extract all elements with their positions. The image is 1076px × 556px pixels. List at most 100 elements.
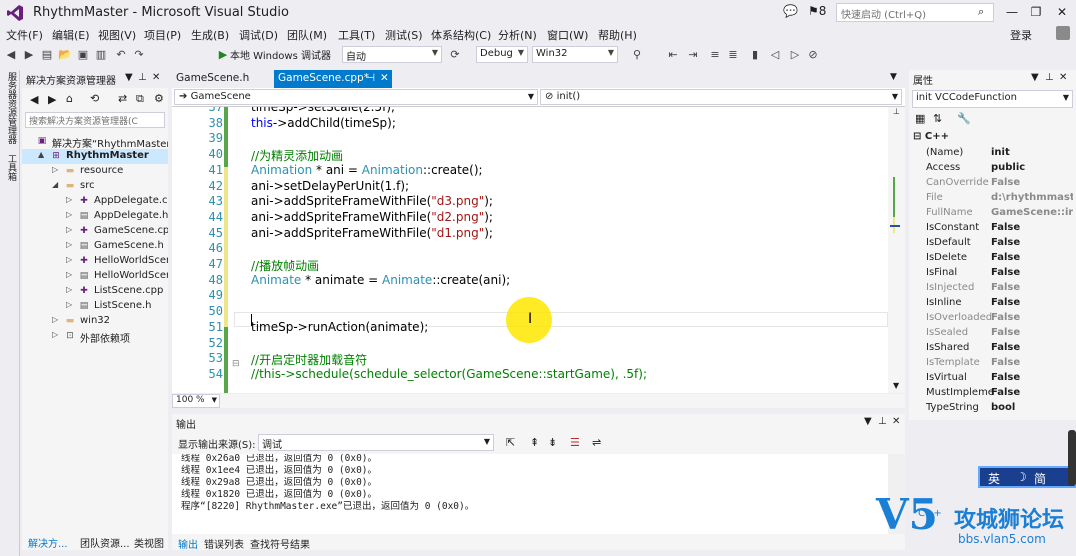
tree-item[interactable]: ▷ ▤ AppDelegate.h [22, 209, 168, 224]
next-bookmark-icon[interactable]: ▷ [788, 48, 802, 62]
expand-arrow-icon[interactable]: ▷ [66, 225, 72, 234]
menu-item[interactable]: 文件(F) [6, 27, 43, 43]
expand-arrow-icon[interactable]: ▷ [52, 330, 58, 339]
debugger-button[interactable]: 本地 Windows 调试器 [230, 47, 331, 62]
menu-item[interactable]: 窗口(W) [547, 27, 588, 43]
settings-icon[interactable]: ⚙ [154, 92, 164, 105]
config-auto-select[interactable]: 自动 ▼ [342, 46, 442, 63]
server-explorer-tab[interactable]: 服务器资源管理器 [5, 72, 18, 144]
tree-item[interactable]: ▷ ▤ ListScene.h [22, 299, 168, 314]
menu-item[interactable]: 工具(T) [338, 27, 375, 43]
code-line[interactable]: //播放帧动画 [251, 257, 319, 274]
property-row[interactable]: IsConstant False [909, 221, 1076, 236]
close-icon[interactable]: ✕ [892, 416, 900, 427]
chevron-down-icon[interactable]: ▼ [864, 416, 872, 427]
menu-item[interactable]: 团队(M) [287, 27, 327, 43]
solution-bottom-tab[interactable]: 解决方... [28, 535, 68, 550]
step-icon[interactable]: ⇤ [666, 48, 680, 62]
back-nav-icon[interactable]: ◀ [4, 48, 18, 62]
output-source-select[interactable]: 调试 ▼ [258, 434, 494, 451]
user-avatar-icon[interactable] [1056, 26, 1070, 40]
menu-item[interactable]: 项目(P) [144, 27, 181, 43]
tree-item[interactable]: ▷ ▤ GameScene.h [22, 239, 168, 254]
open-file-icon[interactable]: 📂 [58, 48, 72, 62]
redo-icon[interactable]: ↷ [132, 48, 146, 62]
forward-nav-icon[interactable]: ▶ [22, 48, 36, 62]
prev-message-icon[interactable]: ⇞ [530, 436, 539, 449]
back-icon[interactable]: ◀ [30, 93, 38, 106]
config-select[interactable]: Debug ▼ [476, 46, 528, 63]
clear-all-icon[interactable]: ☰ [570, 436, 580, 449]
tab-gamescene-h[interactable]: GameScene.h [172, 70, 272, 88]
tree-item[interactable]: ▷ ✚ GameScene.cpp [22, 224, 168, 239]
sync-icon[interactable]: ⟲ [90, 92, 99, 105]
code-line[interactable]: timeSp->setScale(2.5f); [251, 107, 395, 114]
close-icon[interactable]: ✕ [1059, 72, 1067, 83]
tree-item[interactable]: ▷ ▬ win32 [22, 314, 168, 329]
menu-item[interactable]: 视图(V) [98, 27, 136, 43]
property-row[interactable]: File d:\rhythmmaste [909, 191, 1076, 206]
tree-item[interactable]: ▷ ▤ HelloWorldScen [22, 269, 168, 284]
save-icon[interactable]: ▣ [76, 48, 90, 62]
property-row[interactable]: MustImpleme False [909, 386, 1076, 401]
code-line[interactable]: //开启定时器加载音符 [251, 351, 367, 368]
word-wrap-icon[interactable]: ⇌ [592, 436, 601, 449]
login-link[interactable]: 登录 [1010, 27, 1032, 43]
save-all-icon[interactable]: ▥ [94, 48, 108, 62]
close-tab-icon[interactable]: ✕ [380, 72, 389, 84]
expand-arrow-icon[interactable]: ▲ [38, 150, 44, 159]
property-row[interactable]: IsVirtual False [909, 371, 1076, 386]
zoom-select[interactable]: 100 % ▼ [172, 394, 220, 408]
alphabetical-icon[interactable]: ⇅ [933, 112, 942, 125]
platform-select[interactable]: Win32 ▼ [532, 46, 618, 63]
property-row[interactable]: IsInline False [909, 296, 1076, 311]
output-text[interactable]: 线程 0x26a0 已退出，返回值为 0 (0x0)。 线程 0x1ee4 已退出… [172, 454, 888, 534]
next-message-icon[interactable]: ⇟ [548, 436, 557, 449]
property-row[interactable]: IsDefault False [909, 236, 1076, 251]
menu-item[interactable]: 调试(D) [239, 27, 278, 43]
feedback-flag-icon[interactable]: ⚑8 [808, 4, 826, 18]
clear-bookmarks-icon[interactable]: ⊘ [806, 48, 820, 62]
find-icon[interactable]: ⚲ [630, 48, 644, 62]
expand-arrow-icon[interactable]: ▷ [52, 315, 58, 324]
collapse-region-icon[interactable]: ⊟ [232, 359, 240, 369]
chevron-down-icon[interactable]: ▼ [1031, 72, 1039, 83]
collapse-icon[interactable]: ⧉ [136, 92, 144, 106]
menu-item[interactable]: 测试(S) [385, 27, 423, 43]
menu-item[interactable]: 生成(B) [191, 27, 229, 43]
solution-search-input[interactable]: 搜索解决方案资源管理器(C [25, 112, 165, 128]
tree-item[interactable]: ▷ ▬ resource [22, 164, 168, 179]
expand-arrow-icon[interactable]: ▷ [66, 300, 72, 309]
solution-bottom-tab[interactable]: 团队资源... [80, 535, 130, 550]
code-line[interactable]: //this->schedule(schedule_selector(GameS… [251, 367, 647, 381]
property-row[interactable]: IsInjected False [909, 281, 1076, 296]
menu-item[interactable]: 体系结构(C) [431, 27, 491, 43]
expand-arrow-icon[interactable]: ▷ [66, 285, 72, 294]
pin-icon[interactable]: ⊣ [366, 72, 375, 84]
output-bottom-tab[interactable]: 错误列表 [204, 536, 244, 551]
tab-overflow-icon[interactable]: ▼ [890, 72, 897, 82]
menu-item[interactable]: 编辑(E) [52, 27, 90, 43]
minimize-button[interactable]: — [1000, 3, 1024, 21]
close-icon[interactable]: ✕ [152, 72, 160, 83]
tree-item[interactable]: ▣ 解决方案“RhythmMaster”( [22, 134, 168, 149]
breakpoint-icon[interactable]: ⇥ [686, 48, 700, 62]
property-row[interactable]: IsFinal False [909, 266, 1076, 281]
quick-launch-input[interactable]: 快速启动 (Ctrl+Q) [836, 3, 994, 22]
code-line[interactable]: ani->setDelayPerUnit(1.f); [251, 179, 409, 193]
expand-arrow-icon[interactable]: ◢ [52, 180, 58, 189]
tab-gamescene-cpp[interactable]: GameScene.cpp* ⊣ ✕ [274, 70, 392, 88]
output-bottom-tab[interactable]: 查找符号结果 [250, 536, 310, 551]
property-row[interactable]: IsSealed False [909, 326, 1076, 341]
expand-arrow-icon[interactable]: ▷ [66, 240, 72, 249]
menu-item[interactable]: 帮助(H) [598, 27, 637, 43]
expand-arrow-icon[interactable]: ▷ [66, 255, 72, 264]
split-icon[interactable]: ⊥ [893, 107, 900, 116]
tree-item[interactable]: ▷ ⊡ 外部依赖项 [22, 329, 168, 344]
expand-arrow-icon[interactable]: ▷ [66, 210, 72, 219]
code-line[interactable]: Animation * ani = Animation::create(); [251, 163, 483, 177]
scroll-down-icon[interactable]: ▼ [893, 381, 899, 390]
ime-lang[interactable]: 英 [988, 470, 1000, 487]
code-line[interactable]: //为精灵添加动画 [251, 147, 343, 164]
member-select[interactable]: ⊘ init() ▼ [540, 89, 902, 105]
